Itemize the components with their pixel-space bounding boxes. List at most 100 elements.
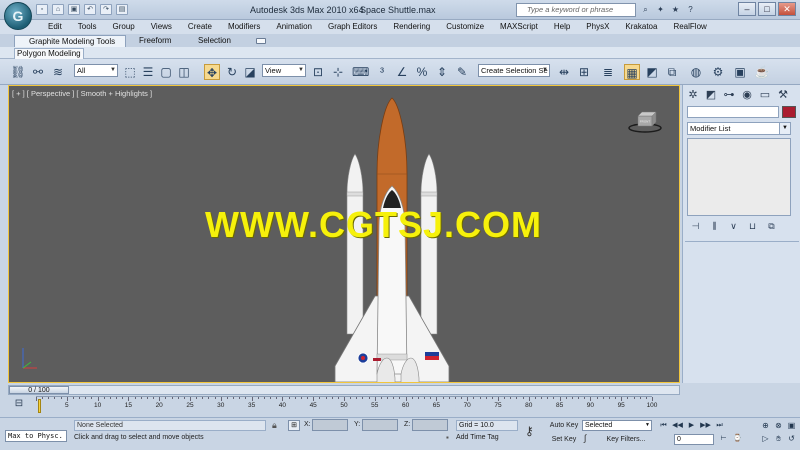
make-unique-icon[interactable]: ∨: [727, 220, 740, 232]
select-and-move-icon[interactable]: ✥: [204, 64, 220, 80]
open-file-icon[interactable]: ⌂: [52, 4, 64, 15]
menu-animation[interactable]: Animation: [268, 20, 320, 34]
new-file-icon[interactable]: ▫: [36, 4, 48, 15]
window-crossing-icon[interactable]: ◫: [176, 64, 192, 80]
menu-physx[interactable]: PhysX: [578, 20, 617, 34]
orbit-icon[interactable]: ↺: [786, 433, 797, 444]
mirror-icon[interactable]: ⇹: [556, 64, 572, 80]
menu-views[interactable]: Views: [143, 20, 180, 34]
time-cursor[interactable]: [38, 399, 41, 413]
render-setup-icon[interactable]: ⚙: [710, 64, 726, 80]
perspective-viewport[interactable]: [ + ] [ Perspective ] [ Smooth + Highlig…: [8, 85, 680, 383]
x-coordinate-input[interactable]: [312, 419, 348, 431]
maxscript-listener-input[interactable]: Max to Physc.: [5, 430, 67, 442]
close-button[interactable]: ✕: [778, 2, 796, 16]
current-frame-input[interactable]: 0: [674, 434, 714, 445]
unlink-icon[interactable]: ⚯: [30, 64, 46, 80]
configure-modifier-sets-icon[interactable]: ⧉: [765, 220, 778, 232]
default-tangent-icon[interactable]: ∫: [584, 433, 586, 443]
tab-freeform[interactable]: Freeform: [139, 35, 171, 47]
minimize-button[interactable]: –: [738, 2, 756, 16]
show-end-result-icon[interactable]: ⫼: [708, 220, 721, 232]
modifier-list-select[interactable]: Modifier List: [687, 122, 791, 135]
set-key-button[interactable]: Set Key: [548, 434, 580, 445]
time-slider[interactable]: 0 / 100: [8, 385, 680, 395]
absolute-mode-icon[interactable]: ⊞: [288, 420, 300, 431]
edit-named-selection-icon[interactable]: ✎: [454, 64, 470, 80]
select-object-icon[interactable]: ⬚: [122, 64, 138, 80]
tab-graphite-modeling-tools[interactable]: Graphite Modeling Tools: [14, 35, 126, 47]
z-coordinate-input[interactable]: [412, 419, 448, 431]
pivot-center-icon[interactable]: ⊡: [310, 64, 326, 80]
select-and-rotate-icon[interactable]: ↻: [224, 64, 240, 80]
menu-customize[interactable]: Customize: [438, 20, 492, 34]
auto-key-button[interactable]: Auto Key: [548, 420, 580, 431]
undo-icon[interactable]: ↶: [84, 4, 96, 15]
manipulate-icon[interactable]: ⊹: [330, 64, 346, 80]
key-mode-toggle-icon[interactable]: ⊢: [718, 434, 729, 444]
maximize-button[interactable]: □: [758, 2, 776, 16]
chevron-down-icon[interactable]: ▼: [779, 122, 791, 135]
menu-edit[interactable]: Edit: [40, 20, 70, 34]
next-frame-icon[interactable]: ▶▶: [700, 421, 711, 431]
align-icon[interactable]: ⊞: [576, 64, 592, 80]
help-icon[interactable]: ?: [685, 4, 696, 15]
menu-create[interactable]: Create: [180, 20, 220, 34]
y-coordinate-input[interactable]: [362, 419, 398, 431]
bind-space-warp-icon[interactable]: ≋: [50, 64, 66, 80]
keyboard-shortcut-override-icon[interactable]: ⌨: [352, 64, 369, 80]
snaps-toggle-icon[interactable]: ³: [374, 64, 390, 80]
reference-coordinate-select[interactable]: View: [262, 64, 306, 77]
rendered-frame-window-icon[interactable]: ▣: [732, 64, 748, 80]
modifier-stack[interactable]: [687, 138, 791, 216]
remove-modifier-icon[interactable]: ⊔: [746, 220, 759, 232]
field-of-view-icon[interactable]: ▷: [760, 433, 771, 444]
rectangular-selection-icon[interactable]: ▢: [158, 64, 174, 80]
percent-snap-icon[interactable]: %: [414, 64, 430, 80]
menu-rendering[interactable]: Rendering: [385, 20, 438, 34]
menu-modifiers[interactable]: Modifiers: [220, 20, 268, 34]
menu-group[interactable]: Group: [104, 20, 142, 34]
tab-selection[interactable]: Selection: [198, 35, 231, 47]
track-bar[interactable]: 5 10 15 20 25 30 35 40 45 50 55 60 65 70 75 80 85 90 95 100: [36, 396, 657, 410]
add-time-tag-button[interactable]: Add Time Tag: [456, 434, 499, 441]
key-mode-icon[interactable]: ⚷: [525, 424, 534, 438]
favorites-star-icon[interactable]: ★: [670, 4, 681, 15]
lock-icon[interactable]: 🔒︎: [272, 420, 277, 431]
trackbar-icon[interactable]: ⊟: [12, 398, 26, 410]
selection-filter-select[interactable]: All: [74, 64, 118, 77]
select-and-scale-icon[interactable]: ◪: [242, 64, 258, 80]
search-input[interactable]: Type a keyword or phrase: [516, 3, 636, 17]
play-icon[interactable]: ▶: [686, 421, 697, 431]
object-name-input[interactable]: [687, 106, 779, 118]
menu-tools[interactable]: Tools: [70, 20, 105, 34]
zoom-icon[interactable]: ⊕: [760, 420, 771, 431]
redo-icon[interactable]: ↷: [100, 4, 112, 15]
motion-tab-icon[interactable]: ◉: [739, 87, 755, 103]
pan-icon[interactable]: ✋︎: [773, 433, 784, 444]
key-filters-button[interactable]: Key Filters...: [600, 434, 652, 445]
zoom-all-icon[interactable]: ⊗: [773, 420, 784, 431]
schematic-view-icon[interactable]: ⧉: [664, 64, 680, 80]
pin-stack-icon[interactable]: ⊣: [689, 220, 702, 232]
viewcube-icon[interactable]: FRONT: [627, 106, 663, 134]
menu-maxscript[interactable]: MAXScript: [492, 20, 546, 34]
material-editor-icon[interactable]: ◍: [688, 64, 704, 80]
save-icon[interactable]: ▣: [68, 4, 80, 15]
menu-realflow[interactable]: RealFlow: [665, 20, 714, 34]
time-configuration-icon[interactable]: ⌚: [732, 434, 743, 444]
object-color-swatch[interactable]: [782, 106, 796, 118]
create-tab-icon[interactable]: ✲: [685, 87, 701, 103]
named-selection-sets-select[interactable]: Create Selection Se: [478, 64, 550, 77]
display-tab-icon[interactable]: ▭: [757, 87, 773, 103]
link-icon[interactable]: ⛓: [10, 64, 26, 80]
graphite-toggle-icon[interactable]: ▦: [624, 64, 640, 80]
menu-help[interactable]: Help: [546, 20, 578, 34]
key-selection-select[interactable]: Selected: [582, 420, 652, 431]
select-by-name-icon[interactable]: ☰: [140, 64, 156, 80]
previous-frame-icon[interactable]: ◀◀: [672, 421, 683, 431]
spinner-snap-icon[interactable]: ⇕: [434, 64, 450, 80]
layer-manager-icon[interactable]: ≣: [600, 64, 616, 80]
render-production-icon[interactable]: ☕: [754, 64, 770, 80]
go-to-end-icon[interactable]: ⏭: [714, 421, 725, 431]
